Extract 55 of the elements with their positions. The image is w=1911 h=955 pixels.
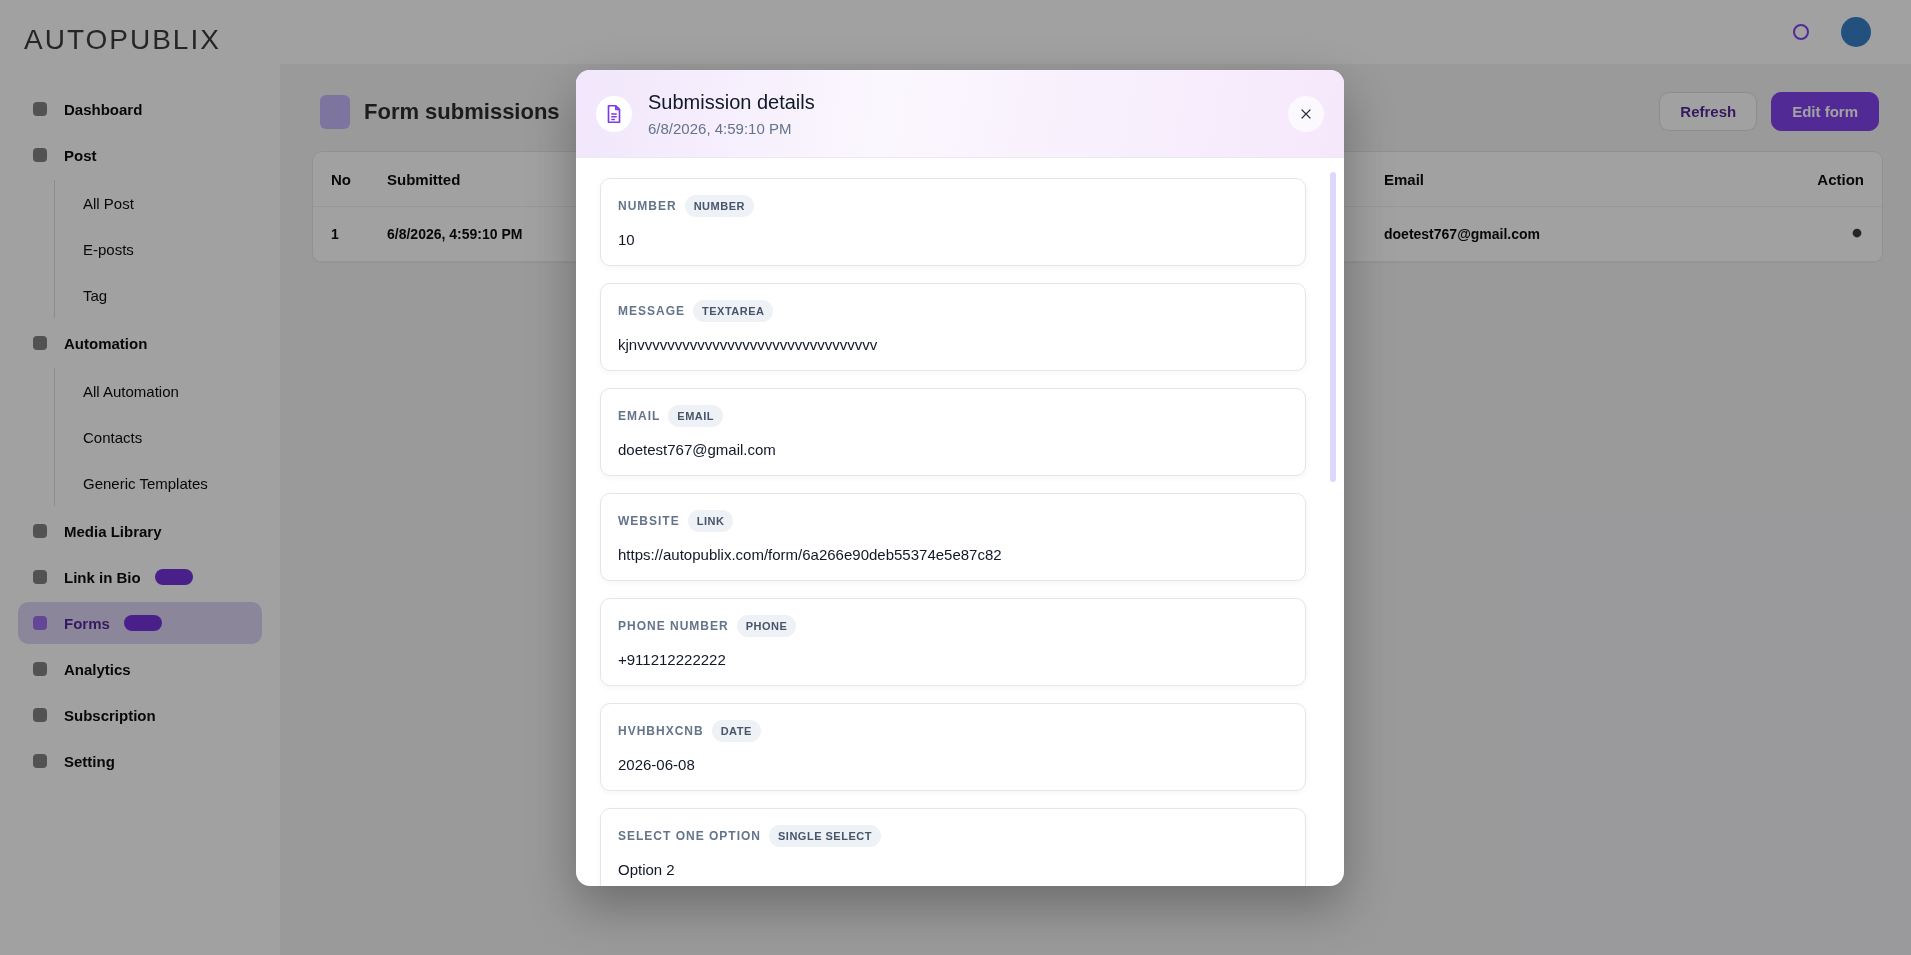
table-cell-text: 6/8/2026, 4:59:10 PM bbox=[387, 226, 524, 242]
field-label: SELECT ONE OPTION bbox=[618, 829, 761, 843]
dialog-title: Submission details bbox=[648, 90, 816, 114]
field-label: PHONE NUMBER bbox=[618, 619, 729, 633]
refresh-button[interactable]: Refresh bbox=[1659, 92, 1758, 131]
field-label: MESSAGE bbox=[618, 304, 685, 318]
sidebar-item[interactable]: Automation bbox=[18, 322, 262, 364]
close-button[interactable] bbox=[1288, 95, 1324, 132]
field-type-tag: SINGLE SELECT bbox=[769, 825, 881, 847]
table-cell-text: 1 bbox=[331, 226, 340, 242]
field-type-tag: TEXTAREA bbox=[693, 300, 774, 322]
badge bbox=[123, 615, 162, 631]
submission-date: 6/8/2026, 4:59:10 PM bbox=[648, 119, 793, 137]
sidebar-item[interactable]: Forms bbox=[18, 602, 262, 644]
field-label: EMAIL bbox=[618, 409, 661, 423]
badge bbox=[154, 569, 193, 585]
sidebar-subitem[interactable]: Contacts bbox=[55, 414, 262, 460]
sidebar-item[interactable]: Analytics bbox=[18, 648, 262, 690]
table-cell-text: doetest767@gmail.com bbox=[1384, 226, 1542, 242]
brand-logo: AUTOPUBLIX bbox=[24, 24, 222, 56]
field-label: HVHBHXCNB bbox=[618, 724, 704, 738]
field-label: NUMBER bbox=[618, 199, 677, 213]
field-value: https://autopublix.com/form/6a266e90deb55374e5e87c82 bbox=[618, 546, 1003, 563]
column-header: Action bbox=[1816, 170, 1864, 188]
sidebar-item[interactable]: Setting bbox=[18, 740, 262, 782]
scrollbar-thumb[interactable] bbox=[1330, 172, 1336, 482]
field-value: kjnvvvvvvvvvvvvvvvvvvvvvvvvvvvvvvvv bbox=[618, 336, 879, 353]
sidebar-item[interactable]: Subscription bbox=[18, 694, 262, 736]
sidebar-item[interactable]: Link in Bio bbox=[18, 556, 262, 598]
sidebar-subitem[interactable]: All Automation bbox=[55, 368, 262, 414]
edit-button[interactable]: Edit form bbox=[1771, 92, 1879, 131]
field-type-tag: NUMBER bbox=[684, 195, 754, 217]
field-value: doetest767@gmail.com bbox=[618, 441, 777, 458]
field-type-tag: EMAIL bbox=[668, 405, 724, 427]
page-title: Form submissions bbox=[364, 98, 560, 125]
field-type-tag: DATE bbox=[711, 720, 761, 742]
column-header: Submitted bbox=[387, 170, 462, 188]
column-header: No bbox=[331, 170, 352, 188]
column-header: Email bbox=[1384, 170, 1426, 188]
sidebar-subitem[interactable]: E-posts bbox=[55, 226, 262, 272]
field-type-tag: PHONE bbox=[736, 615, 797, 637]
field-label: WEBSITE bbox=[618, 514, 680, 528]
sidebar-subitem[interactable]: Tag bbox=[55, 272, 262, 318]
field-value: Option 2 bbox=[618, 861, 676, 878]
sidebar-item[interactable]: Post bbox=[18, 134, 262, 176]
user-avatar[interactable] bbox=[1841, 17, 1871, 47]
sidebar-item[interactable]: Dashboard bbox=[18, 88, 262, 130]
document-icon bbox=[596, 95, 632, 132]
field-value: 2026-06-08 bbox=[618, 756, 696, 773]
field-value: +911212222222 bbox=[618, 651, 727, 668]
sidebar-item[interactable]: Media Library bbox=[18, 510, 262, 552]
field-value: 10 bbox=[618, 231, 636, 248]
field-type-tag: LINK bbox=[687, 510, 734, 532]
sidebar-subitem[interactable]: Generic Templates bbox=[55, 460, 262, 506]
sidebar-subitem[interactable]: All Post bbox=[55, 180, 262, 226]
